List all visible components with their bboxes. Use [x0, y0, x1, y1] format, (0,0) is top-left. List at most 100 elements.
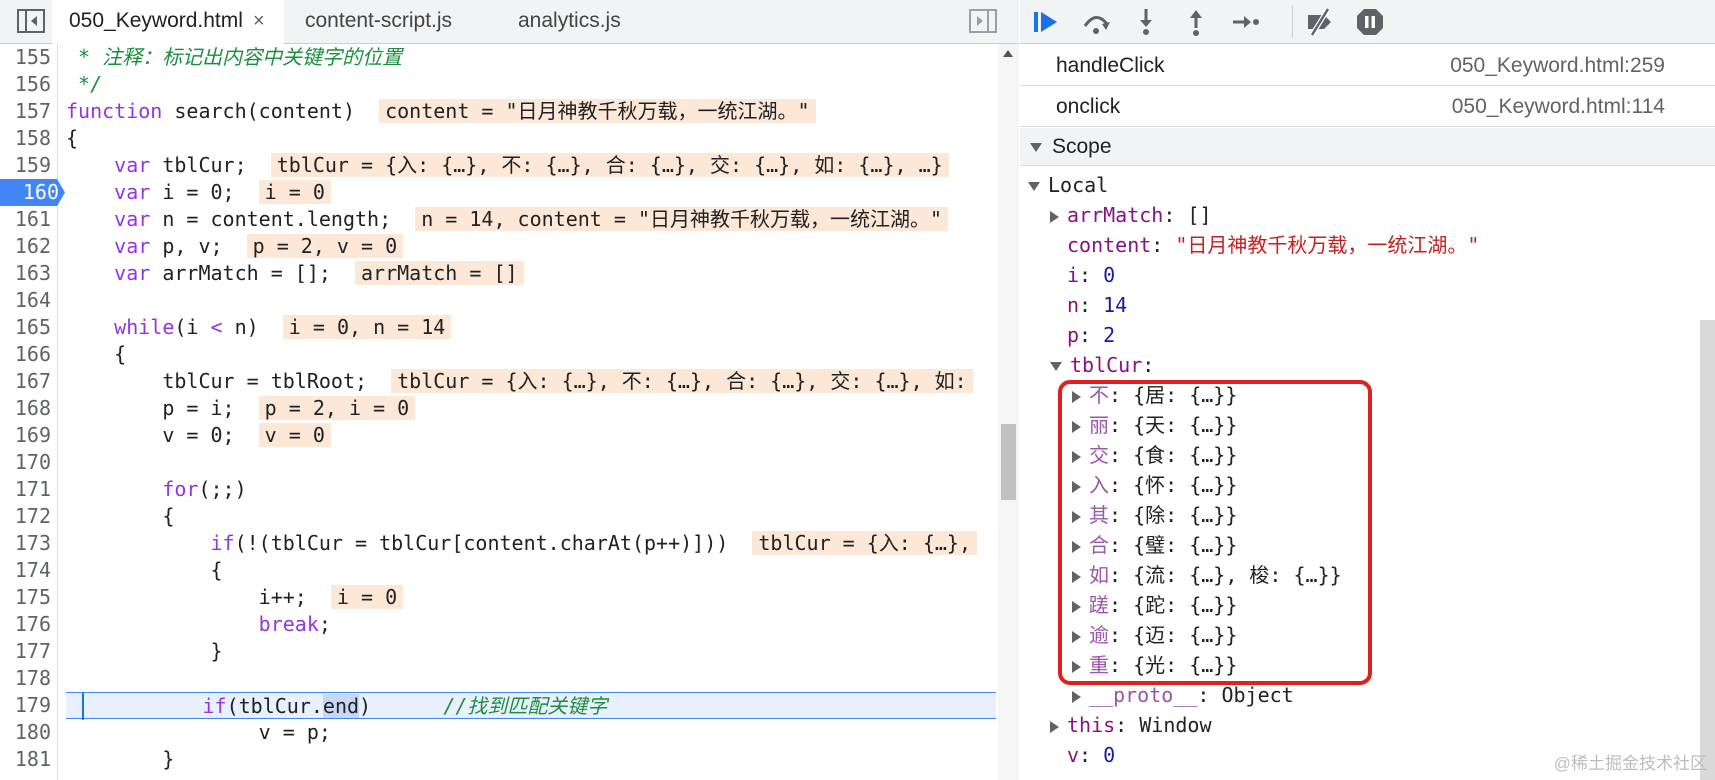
prop-key: v — [1067, 743, 1080, 767]
line-number[interactable]: 168 — [0, 395, 57, 422]
line-number[interactable]: 155 — [0, 44, 57, 71]
expand-triangle-icon[interactable] — [1028, 182, 1040, 191]
scope-row-this[interactable]: this: Window — [1050, 710, 1212, 740]
line-number[interactable]: 156 — [0, 71, 57, 98]
call-frame-onclick[interactable]: onclick 050_Keyword.html:114 — [1020, 86, 1715, 127]
scope-row-v: v: 0 — [1067, 743, 1116, 767]
expand-triangle-icon[interactable] — [1050, 720, 1059, 733]
line-number[interactable]: 169 — [0, 422, 57, 449]
frame-location[interactable]: 050_Keyword.html:114 — [1452, 86, 1665, 127]
code-line: } — [66, 639, 223, 663]
line-number[interactable]: 162 — [0, 233, 57, 260]
scope-title: Scope — [1052, 135, 1112, 158]
scope-row-i: i: 0 — [1067, 263, 1116, 287]
code-line: var tblCur; tblCur = {入: {…}, 不: {…}, 合:… — [66, 152, 996, 179]
inline-value: v = 0 — [258, 423, 331, 447]
code-line: { — [66, 342, 127, 366]
line-number[interactable]: 171 — [0, 476, 57, 503]
scope-scrollbar-thumb[interactable] — [1700, 320, 1715, 780]
code-line: } — [66, 747, 175, 771]
deactivate-breakpoints-icon[interactable] — [1304, 6, 1336, 38]
toolbar-separator — [1292, 6, 1293, 38]
step-icon[interactable] — [1230, 6, 1262, 38]
watermark: @稀土掘金技术社区 — [1553, 754, 1707, 773]
prop-value: Object — [1221, 683, 1294, 707]
frame-function: handleClick — [1056, 54, 1165, 77]
scope-row-arrmatch[interactable]: arrMatch: [] — [1050, 200, 1212, 230]
line-number[interactable]: 179 — [0, 692, 57, 719]
editor-tab-bar: 050_Keyword.html × content-script.js anal… — [0, 0, 1019, 44]
line-number[interactable]: 164 — [0, 287, 57, 314]
tab-050-keyword-html[interactable]: 050_Keyword.html × — [52, 0, 284, 44]
prop-key: content — [1067, 233, 1152, 257]
line-number[interactable]: 165 — [0, 314, 57, 341]
pause-on-exceptions-icon[interactable] — [1354, 6, 1386, 38]
prop-value: "日月神教千秋万载，一统江湖。" — [1175, 233, 1480, 257]
prop-key: __proto__ — [1089, 683, 1198, 707]
toggle-debugger-icon[interactable] — [968, 8, 998, 34]
line-number[interactable]: 167 — [0, 368, 57, 395]
line-number[interactable]: 175 — [0, 584, 57, 611]
debugger-toolbar — [1020, 0, 1715, 44]
expand-triangle-icon[interactable] — [1072, 690, 1081, 703]
line-number[interactable]: 181 — [0, 746, 57, 773]
tab-analytics-js[interactable]: analytics.js — [512, 0, 652, 44]
scroll-up-arrow-icon[interactable] — [1003, 50, 1013, 57]
line-number-gutter[interactable]: 155 156 157 158 159 160 161 162 163 164 … — [0, 44, 65, 780]
line-number[interactable]: 158 — [0, 125, 57, 152]
line-number[interactable]: 178 — [0, 665, 57, 692]
code-line: for(;;) — [162, 477, 247, 501]
call-frame-handleclick[interactable]: handleClick 050_Keyword.html:259 — [1020, 45, 1715, 86]
resume-icon[interactable] — [1030, 6, 1062, 38]
scope-row-tblcur[interactable]: tblCur: — [1050, 350, 1154, 380]
prop-value: [] — [1187, 203, 1212, 227]
prop-value: 0 — [1103, 263, 1116, 287]
inline-value: content = "日月神教千秋万载，一统江湖。" — [379, 99, 816, 123]
expand-triangle-icon[interactable] — [1050, 210, 1059, 223]
code-line: p = i; p = 2, i = 0 — [66, 395, 996, 422]
code-line: { — [66, 126, 79, 150]
frame-function: onclick — [1056, 95, 1121, 118]
editor-scrollbar[interactable] — [998, 44, 1019, 780]
scrollbar-thumb[interactable] — [1001, 424, 1016, 500]
frame-location[interactable]: 050_Keyword.html:259 — [1450, 45, 1665, 86]
tab-content-script-js[interactable]: content-script.js — [300, 0, 480, 44]
code-editor[interactable]: 155 156 157 158 159 160 161 162 163 164 … — [0, 44, 1019, 780]
scope-local-row[interactable]: Local — [1028, 170, 1108, 200]
code-line: var arrMatch = []; arrMatch = [] — [66, 260, 996, 287]
inline-value: tblCur = {入: {…}, 不: {…}, 合: {…}, 交: {…}… — [391, 369, 973, 393]
line-number[interactable]: 180 — [0, 719, 57, 746]
line-number[interactable]: 166 — [0, 341, 57, 368]
line-number[interactable]: 172 — [0, 503, 57, 530]
line-number[interactable]: 174 — [0, 557, 57, 584]
line-number[interactable]: 173 — [0, 530, 57, 557]
scope-row-n: n: 14 — [1067, 293, 1128, 317]
breakpoint-marker[interactable]: 160 — [0, 179, 65, 206]
inline-value: i = 0, n = 14 — [282, 315, 452, 339]
code-line: var n = content.length; n = 14, content … — [66, 206, 996, 233]
code-lines[interactable]: * 注释：标记出内容中关键字的位置 */ function search(con… — [66, 44, 996, 780]
tab-label: content-script.js — [305, 9, 453, 32]
line-number[interactable]: 177 — [0, 638, 57, 665]
step-out-icon[interactable] — [1180, 6, 1212, 38]
line-number[interactable]: 161 — [0, 206, 57, 233]
inline-value: i = 0 — [258, 180, 331, 204]
line-number[interactable]: 159 — [0, 152, 57, 179]
close-tab-icon[interactable]: × — [253, 10, 265, 32]
step-into-icon[interactable] — [1130, 6, 1162, 38]
prop-value: 14 — [1103, 293, 1128, 317]
line-number[interactable]: 176 — [0, 611, 57, 638]
toggle-navigator-icon[interactable] — [16, 8, 46, 34]
line-number[interactable]: 157 — [0, 98, 57, 125]
line-number[interactable]: 163 — [0, 260, 57, 287]
prop-key: tblCur — [1070, 353, 1143, 377]
code-line: break; — [258, 612, 331, 636]
expand-triangle-icon[interactable] — [1030, 142, 1042, 152]
line-number[interactable]: 170 — [0, 449, 57, 476]
scope-section-header[interactable]: Scope — [1020, 128, 1715, 166]
expand-triangle-icon[interactable] — [1050, 362, 1062, 371]
step-over-icon[interactable] — [1080, 6, 1112, 38]
scope-row-content: content: "日月神教千秋万载，一统江湖。" — [1067, 233, 1480, 257]
prop-key: this — [1067, 713, 1116, 737]
